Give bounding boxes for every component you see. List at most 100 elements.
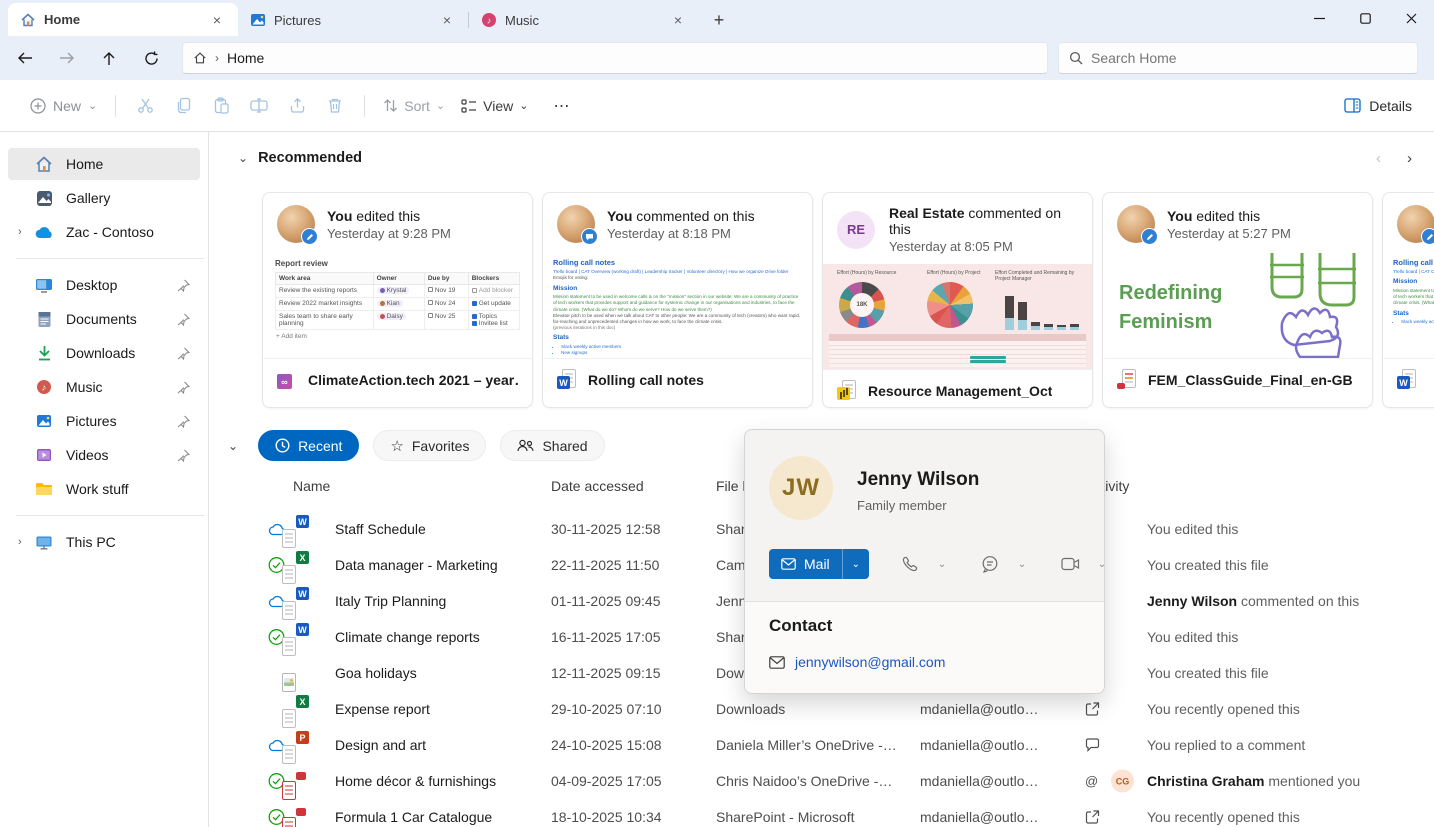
filter-favorites[interactable]: ☆ Favorites (373, 430, 487, 461)
contact-avatar: JW (769, 456, 833, 520)
card-thumbnail: Rolling call notes Trello board | CAT Ov… (543, 253, 812, 359)
sidebar-item-music[interactable]: ♪ Music (8, 371, 200, 403)
tab-close-icon[interactable]: × (206, 9, 228, 31)
sidebar-item-gallery[interactable]: Gallery (8, 182, 200, 214)
tab-music[interactable]: ♪ Music × (469, 4, 699, 36)
doc-line: New signups (561, 350, 802, 356)
card-time: Yesterday at 8:05 PM (889, 239, 1013, 254)
sidebar-item-onedrive[interactable]: › Zac - Contoso (8, 216, 200, 248)
file-location: Daniela Miller’s OneDrive -… (716, 737, 897, 753)
video-call-button[interactable] (1055, 549, 1085, 579)
recommended-card[interactable]: You edited this Yesterday at 9:28 PM Rep… (262, 192, 533, 408)
tab-pictures[interactable]: Pictures × (238, 4, 468, 36)
mail-button-label: Mail (804, 556, 830, 572)
file-row[interactable]: Home décor & furnishings 04-09-2025 17:0… (262, 763, 1434, 800)
call-chevron-icon[interactable]: ⌄ (933, 559, 951, 570)
breadcrumb[interactable]: › Home (182, 42, 1048, 74)
recommended-card[interactable]: RE Real Estate commented on this Yesterd… (822, 192, 1093, 408)
paste-button[interactable] (202, 89, 240, 123)
poster-text: Feminism (1119, 311, 1213, 333)
sidebar-item-home[interactable]: Home (8, 148, 200, 180)
contact-email-link[interactable]: jennywilson@gmail.com (795, 654, 945, 670)
sidebar-item-this-pc[interactable]: › This PC (8, 526, 200, 558)
more-options-button[interactable]: ⋯ (544, 89, 578, 123)
mail-dropdown-chevron-icon[interactable]: ⌄ (843, 549, 869, 579)
refresh-button[interactable] (134, 43, 168, 73)
up-button[interactable] (92, 43, 126, 73)
doc-heading: Rolling call notes (1393, 258, 1434, 267)
doc-links: Trello board | CAT Overview (working dra… (553, 269, 789, 275)
downloads-icon (34, 344, 54, 362)
collapse-chevron-icon[interactable]: ⌄ (238, 151, 248, 165)
doc-line: (previous iterations in this doc) (553, 325, 616, 331)
pin-icon (177, 279, 190, 292)
card-action: edited this (352, 207, 421, 224)
chat-button[interactable] (975, 549, 1005, 579)
filter-shared[interactable]: Shared (500, 430, 605, 461)
open-activity-icon (1085, 702, 1100, 717)
sidebar-label: This PC (66, 534, 116, 550)
edit-badge-icon (1141, 228, 1158, 245)
filter-label: Favorites (411, 437, 470, 454)
tab-close-icon[interactable]: × (436, 9, 458, 31)
delete-button[interactable] (316, 89, 354, 123)
sidebar-label: Work stuff (66, 481, 129, 497)
recommended-card[interactable]: You commented on this Yesterday at 8:18 … (542, 192, 813, 408)
sort-button[interactable]: Sort ⌄ (375, 92, 453, 120)
chevron-right-icon[interactable]: › (18, 536, 34, 548)
video-chevron-icon[interactable]: ⌄ (1093, 559, 1104, 570)
card-time: Yesterday at 5:27 PM (1167, 225, 1291, 241)
preview-col: Due by (423, 272, 469, 285)
chat-chevron-icon[interactable]: ⌄ (1013, 559, 1031, 570)
sidebar-item-work-stuff[interactable]: Work stuff (8, 473, 200, 505)
view-button[interactable]: View ⌄ (453, 92, 536, 120)
column-header-name[interactable]: Name (293, 478, 330, 494)
sidebar-item-documents[interactable]: Documents (8, 303, 200, 335)
tab-home[interactable]: Home × (8, 3, 238, 36)
toolbar-divider (115, 94, 117, 117)
collapse-chevron-icon[interactable]: ⌄ (228, 439, 238, 453)
file-row[interactable]: P Design and art 24-10-2025 15:08 Daniel… (262, 727, 1434, 764)
forward-button[interactable] (50, 43, 84, 73)
search-input[interactable]: Search Home (1058, 42, 1418, 74)
recommended-card[interactable]: You edited this Yesterday at 5:27 PM Red… (1102, 192, 1373, 408)
copy-button[interactable] (164, 89, 202, 123)
sidebar-item-downloads[interactable]: Downloads (8, 337, 200, 369)
close-button[interactable] (1388, 0, 1434, 36)
carousel-prev-icon[interactable]: ‹ (1376, 150, 1381, 167)
chevron-down-icon: ⌄ (88, 100, 98, 112)
mail-button[interactable]: Mail ⌄ (769, 549, 870, 579)
share-button[interactable] (278, 89, 316, 123)
file-location: SharePoint - Microsoft (716, 809, 855, 825)
recommended-card-partial[interactable]: Rolling call notes Trello board | CAT Ov… (1382, 192, 1434, 408)
sidebar-label: Documents (66, 311, 137, 327)
rename-button[interactable] (240, 89, 278, 123)
back-button[interactable] (8, 43, 42, 73)
folder-icon (34, 480, 54, 498)
preview-cell: Get update (478, 300, 511, 307)
window-controls (1296, 0, 1434, 36)
column-header-date[interactable]: Date accessed (551, 478, 644, 494)
comment-badge-icon (581, 228, 598, 245)
sidebar-item-videos[interactable]: Videos (8, 439, 200, 471)
pin-icon (177, 449, 190, 462)
carousel-next-icon[interactable]: › (1407, 150, 1412, 167)
file-row[interactable]: X Expense report 29-10-2025 07:10 Downlo… (262, 691, 1434, 728)
address-bar: › Home Search Home (0, 36, 1434, 80)
minimize-button[interactable] (1296, 0, 1342, 36)
card-thumbnail: Report review Work area Owner Due by Blo… (263, 253, 532, 359)
chevron-right-icon[interactable]: › (18, 226, 34, 238)
sidebar-item-pictures[interactable]: Pictures (8, 405, 200, 437)
new-tab-button[interactable]: + (705, 6, 733, 34)
activity-text: You recently opened this (1147, 701, 1300, 717)
breadcrumb-location[interactable]: Home (227, 50, 264, 66)
sidebar-item-desktop[interactable]: Desktop (8, 269, 200, 301)
file-row[interactable]: Formula 1 Car Catalogue 18-10-2025 10:34… (262, 799, 1434, 827)
new-button[interactable]: New ⌄ (22, 92, 105, 120)
call-button[interactable] (895, 549, 925, 579)
details-button[interactable]: Details (1336, 92, 1420, 120)
cut-button[interactable] (126, 89, 164, 123)
tab-close-icon[interactable]: × (667, 9, 689, 31)
maximize-button[interactable] (1342, 0, 1388, 36)
filter-recent[interactable]: Recent (258, 430, 360, 461)
